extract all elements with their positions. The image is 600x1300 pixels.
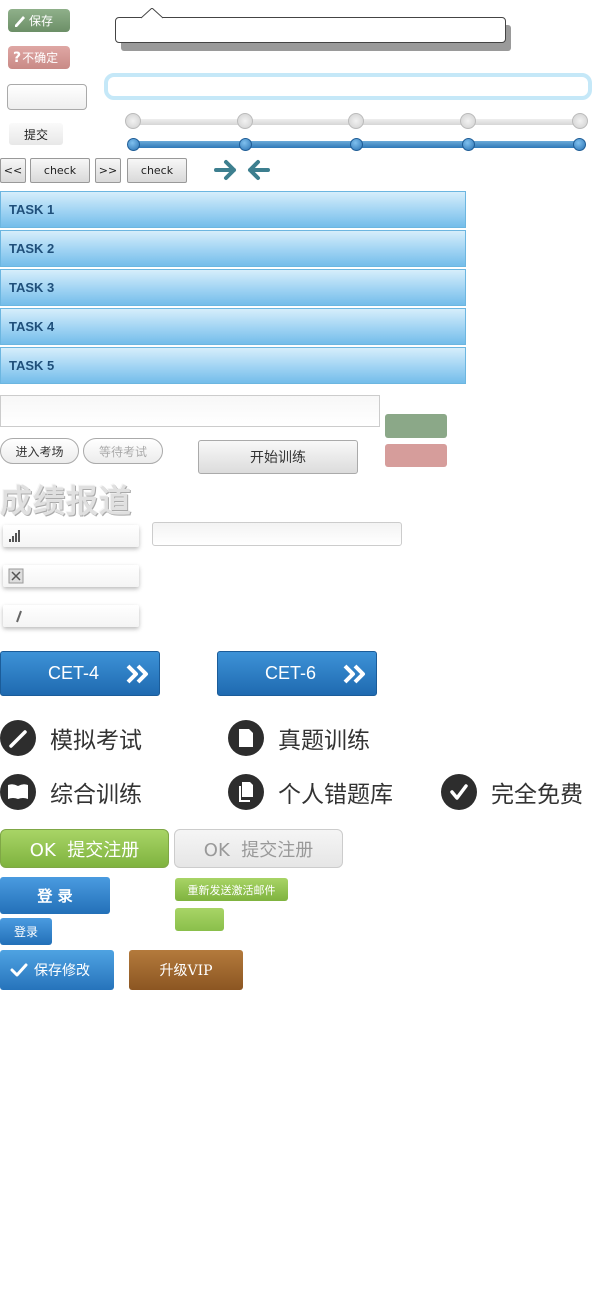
document-icon — [228, 720, 264, 756]
task-item[interactable]: TASK 1 — [0, 191, 466, 228]
cet4-button[interactable]: CET-4 — [0, 651, 160, 696]
login-label: 登 录 — [37, 887, 73, 905]
slider-dot-blue[interactable] — [127, 138, 140, 151]
cet4-label: CET-4 — [48, 663, 100, 683]
prev-label: << — [3, 164, 23, 177]
upgrade-vip-button[interactable]: 升级VIP — [129, 950, 243, 990]
slider-dot-blue[interactable] — [239, 138, 252, 151]
save-label: 保存 — [29, 14, 54, 28]
unsure-button[interactable]: ? 不确定 — [8, 46, 70, 69]
submit-button[interactable]: 提交 — [9, 123, 63, 145]
tooltip-arrow — [141, 8, 163, 19]
red-button[interactable] — [385, 444, 447, 467]
slider-dot[interactable] — [125, 113, 141, 129]
slider-dot[interactable] — [237, 113, 253, 129]
submit-register-label: OK 提交注册 — [29, 839, 140, 861]
tooltip-box — [115, 17, 506, 43]
text-field[interactable] — [152, 522, 402, 546]
start-training-button[interactable]: 开始训练 — [198, 440, 358, 474]
save-changes-button[interactable]: 保存修改 — [0, 950, 114, 990]
enter-exam-label: 进入考场 — [15, 444, 64, 459]
wait-exam-button[interactable]: 等待考试 — [83, 438, 163, 464]
login-small-label: 登录 — [13, 925, 38, 939]
pencil-field[interactable] — [3, 605, 139, 627]
report-title: 成绩报道 — [0, 482, 133, 520]
check-label: check — [43, 164, 77, 177]
checkmark-icon — [10, 963, 28, 977]
unsure-label: 不确定 — [22, 51, 59, 65]
slider-dot-blue[interactable] — [462, 138, 475, 151]
submit-register-button[interactable]: OK 提交注册 — [0, 829, 169, 868]
double-chevron-icon — [126, 664, 149, 683]
check-button[interactable]: check — [30, 158, 90, 183]
feature-free[interactable]: 完全免费 — [441, 774, 583, 810]
login-button[interactable]: 登 录 — [0, 877, 110, 914]
submit-register-label: OK 提交注册 — [203, 839, 314, 861]
signal-field[interactable] — [3, 525, 139, 547]
feature-comprehensive[interactable]: 综合训练 — [0, 774, 142, 810]
save-changes-label: 保存修改 — [34, 963, 90, 979]
feature-label: 完全免费 — [491, 782, 583, 808]
task-label: TASK 1 — [9, 202, 55, 217]
submit-register-disabled-button[interactable]: OK 提交注册 — [174, 829, 343, 868]
glow-input[interactable] — [104, 73, 592, 100]
resend-label: 重新发送激活邮件 — [187, 883, 276, 897]
pencil-icon — [16, 610, 22, 623]
text-input[interactable] — [0, 395, 380, 427]
feature-mistakes[interactable]: 个人错题库 — [228, 774, 393, 810]
feature-label: 真题训练 — [278, 728, 370, 754]
wait-exam-label: 等待考试 — [98, 444, 147, 459]
check-label: check — [140, 164, 174, 177]
feature-past-papers[interactable]: 真题训练 — [228, 720, 370, 756]
submit-label: 提交 — [23, 127, 48, 142]
cet6-label: CET-6 — [265, 663, 317, 683]
resend-activation-button[interactable]: 重新发送激活邮件 — [175, 878, 288, 901]
pencil-icon — [0, 720, 36, 756]
feature-mock-exam[interactable]: 模拟考试 — [0, 720, 142, 756]
prev-button[interactable]: << — [0, 158, 26, 183]
green-button[interactable] — [385, 414, 447, 438]
checkmark-icon — [441, 774, 477, 810]
check-button[interactable]: check — [127, 158, 187, 183]
close-field[interactable] — [3, 565, 139, 587]
double-chevron-icon — [343, 664, 366, 683]
task-label: TASK 5 — [9, 358, 55, 373]
start-training-label: 开始训练 — [250, 450, 306, 466]
enter-exam-button[interactable]: 进入考场 — [0, 438, 79, 464]
task-item[interactable]: TASK 3 — [0, 269, 466, 306]
arrows-icon[interactable] — [214, 159, 270, 181]
task-item[interactable]: TASK 5 — [0, 347, 466, 384]
slider-dot[interactable] — [572, 113, 588, 129]
documents-icon — [228, 774, 264, 810]
signal-icon — [9, 530, 20, 542]
slider-dot[interactable] — [348, 113, 364, 129]
slider-dot-blue[interactable] — [573, 138, 586, 151]
cet6-button[interactable]: CET-6 — [217, 651, 377, 696]
next-button[interactable]: >> — [95, 158, 121, 183]
book-icon — [0, 774, 36, 810]
feature-label: 综合训练 — [50, 782, 142, 808]
close-icon — [8, 568, 24, 584]
login-small-button[interactable]: 登录 — [0, 918, 52, 945]
upgrade-vip-label: 升级VIP — [159, 963, 213, 979]
blank-button[interactable] — [7, 84, 87, 110]
feature-label: 模拟考试 — [50, 728, 142, 754]
green-small-button[interactable] — [175, 908, 224, 931]
task-item[interactable]: TASK 2 — [0, 230, 466, 267]
save-button[interactable]: 保存 — [8, 9, 70, 32]
pencil-icon — [14, 14, 26, 28]
task-label: TASK 2 — [9, 241, 55, 256]
task-item[interactable]: TASK 4 — [0, 308, 466, 345]
question-icon: ? — [13, 49, 22, 66]
task-label: TASK 3 — [9, 280, 55, 295]
task-label: TASK 4 — [9, 319, 55, 334]
next-label: >> — [98, 164, 118, 177]
slider-dot[interactable] — [460, 113, 476, 129]
feature-label: 个人错题库 — [278, 782, 393, 808]
slider-dot-blue[interactable] — [350, 138, 363, 151]
